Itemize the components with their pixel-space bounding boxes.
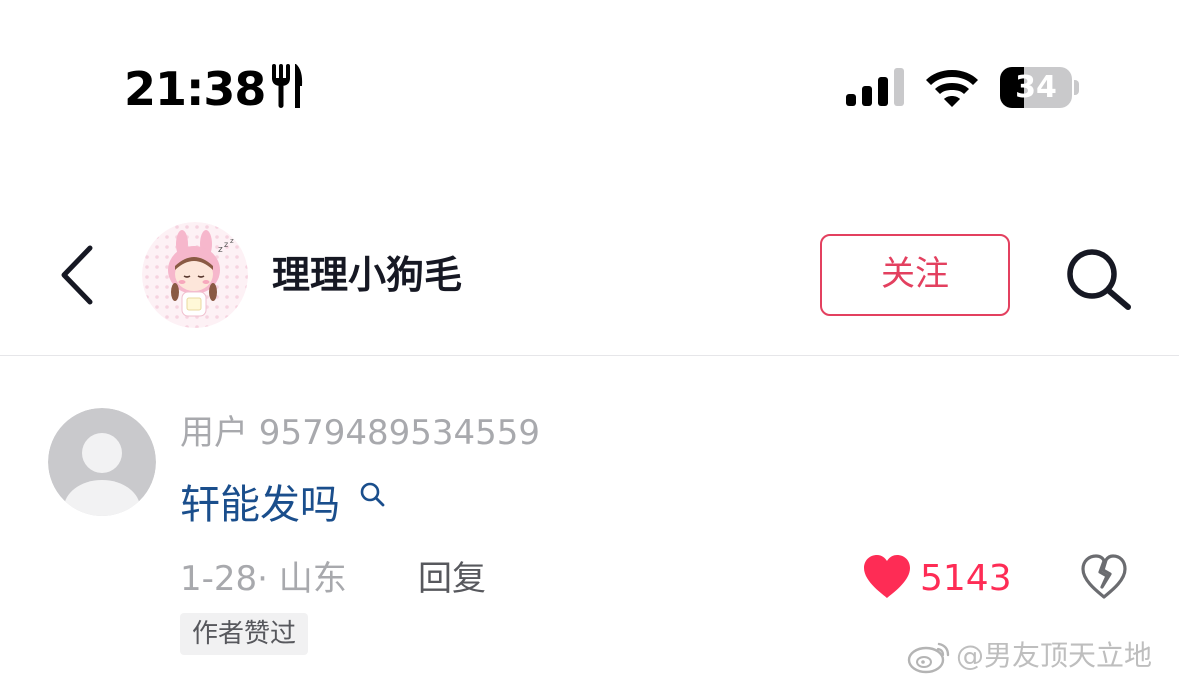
weibo-logo-icon bbox=[907, 642, 950, 674]
wifi-icon bbox=[926, 70, 978, 107]
svg-text:z: z bbox=[224, 240, 228, 249]
battery-indicator: 34 bbox=[1000, 67, 1079, 108]
search-icon[interactable] bbox=[1062, 246, 1134, 310]
commenter-avatar[interactable] bbox=[48, 408, 156, 516]
battery-level: 34 bbox=[1015, 70, 1057, 105]
watermark: @男友顶天立地 bbox=[906, 636, 1152, 676]
broken-heart-icon[interactable] bbox=[1080, 554, 1128, 600]
fork-knife-icon bbox=[272, 64, 303, 108]
back-icon[interactable] bbox=[56, 244, 96, 306]
svg-text:z: z bbox=[218, 245, 223, 255]
search-icon[interactable] bbox=[358, 480, 386, 508]
comment-date-location: 1-28· 山东 bbox=[180, 559, 347, 599]
status-time: 21:38 bbox=[124, 62, 266, 116]
reply-button[interactable]: 回复 bbox=[418, 556, 486, 602]
like-count: 5143 bbox=[920, 558, 1012, 599]
watermark-text: @男友顶天立地 bbox=[956, 639, 1153, 672]
header-divider bbox=[0, 355, 1179, 356]
author-liked-badge: 作者赞过 bbox=[180, 613, 309, 655]
avatar[interactable]: z z z bbox=[142, 222, 248, 328]
heart-filled-icon[interactable] bbox=[862, 554, 912, 600]
screen: 21:38 34 z z z 理理小狗毛 关注 用户 9579489534559… bbox=[0, 0, 1179, 683]
comment-text[interactable]: 轩能发吗 bbox=[180, 480, 340, 530]
account-name[interactable]: 理理小狗毛 bbox=[272, 250, 462, 300]
svg-text:z: z bbox=[230, 237, 234, 245]
cellular-signal-icon bbox=[846, 68, 904, 106]
follow-button[interactable]: 关注 bbox=[820, 234, 1010, 316]
commenter-username[interactable]: 用户 9579489534559 bbox=[180, 410, 540, 456]
